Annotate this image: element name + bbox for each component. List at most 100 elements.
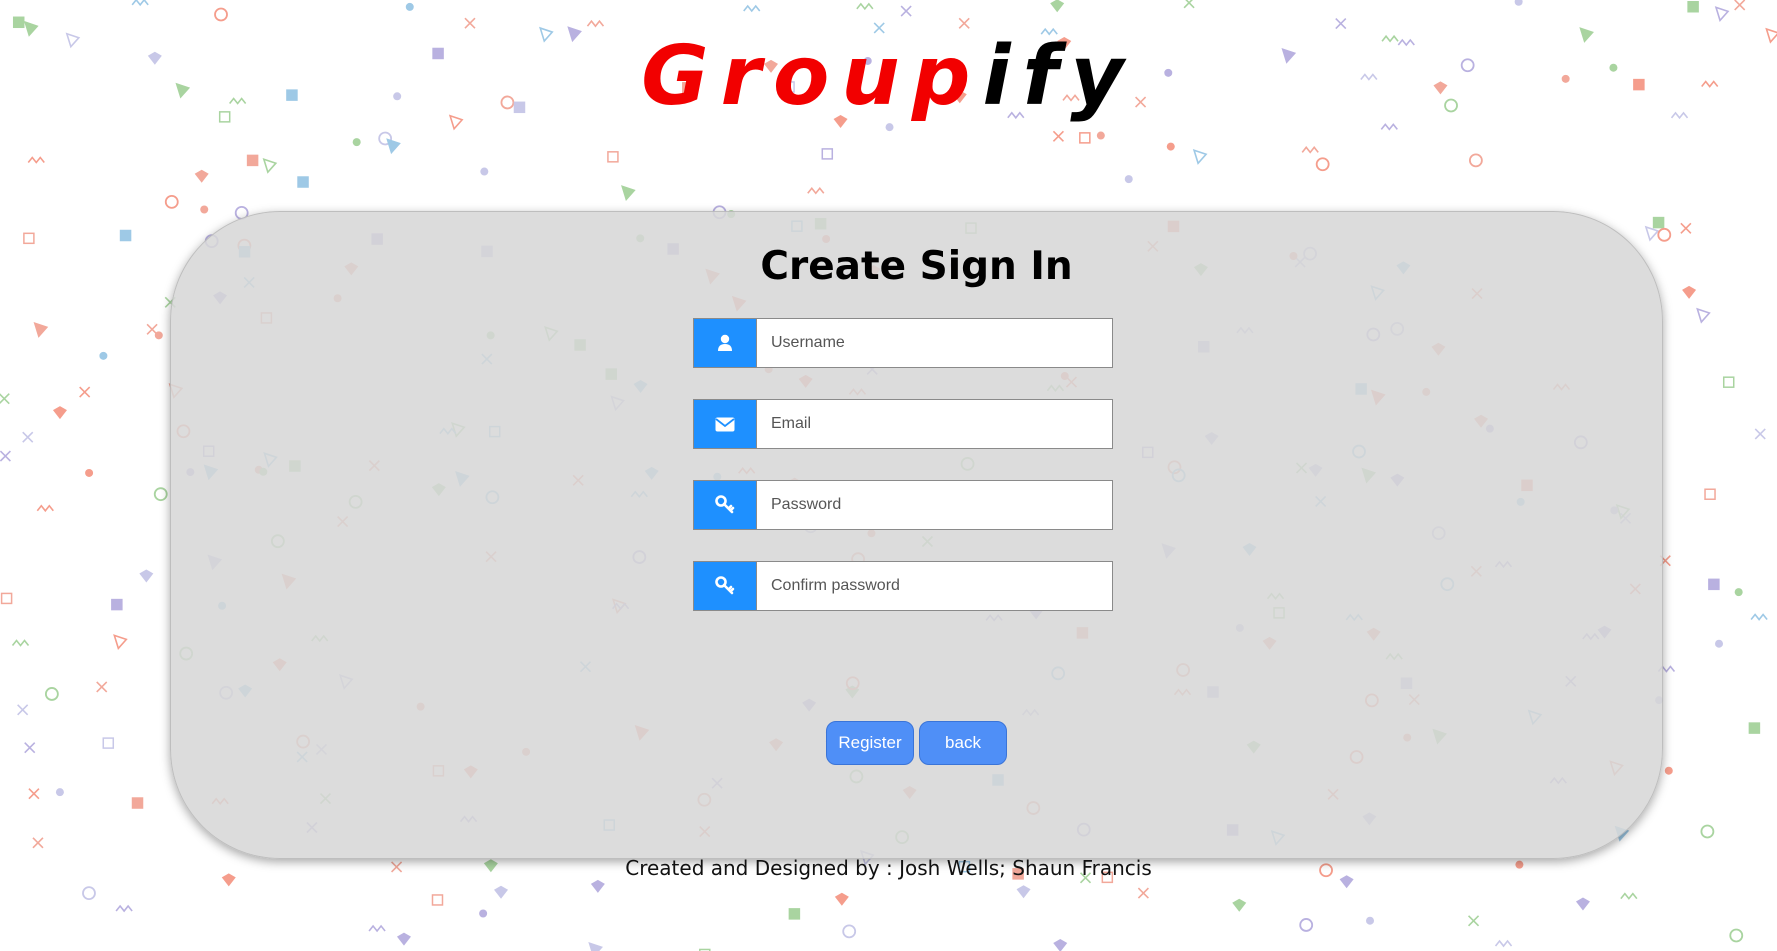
confetti-shape [55, 788, 64, 797]
confetti-shape [139, 569, 154, 583]
confetti-shape [1754, 428, 1766, 440]
key-icon [694, 562, 756, 610]
confetti-shape [102, 737, 115, 749]
logo-text-red: Group [641, 29, 983, 124]
confetti-shape [1704, 488, 1716, 500]
confetti-shape [958, 17, 970, 29]
confetti-shape [33, 322, 49, 338]
confetti-shape [1748, 722, 1761, 734]
footer-credit: Created and Designed by : Josh Wells; Sh… [625, 856, 1152, 880]
confetti-shape [386, 138, 401, 155]
confetti-shape [11, 639, 30, 647]
confetti-shape [164, 194, 179, 209]
confetti-shape [494, 885, 509, 899]
confetti-shape [115, 904, 133, 913]
confetti-shape [27, 156, 45, 164]
confetti-shape [44, 687, 59, 701]
confetti-shape [788, 908, 801, 920]
confetti-shape [297, 176, 309, 188]
confetti-shape [1052, 130, 1064, 142]
confetti-shape [821, 148, 834, 160]
register-button[interactable]: Register [826, 721, 914, 765]
confetti-shape [36, 504, 54, 513]
confetti-shape [0, 592, 13, 605]
confetti-shape [1079, 132, 1091, 144]
confetti-shape [621, 185, 636, 202]
confirm-password-input[interactable] [756, 562, 1112, 610]
confetti-shape [1687, 0, 1699, 13]
confetti-shape [0, 450, 11, 462]
confetti-shape [1315, 157, 1330, 172]
confetti-shape [1096, 131, 1105, 140]
confetti-shape [1722, 376, 1735, 388]
confetti-shape [1335, 17, 1347, 30]
confetti-shape [1183, 0, 1195, 9]
confetti-shape [28, 788, 40, 800]
confetti-shape [1494, 939, 1513, 948]
confetti-shape [1301, 146, 1319, 154]
confetti-shape [607, 151, 619, 163]
confetti-shape [900, 5, 912, 17]
confetti-shape [856, 2, 874, 11]
confetti-shape [1053, 938, 1068, 951]
confetti-shape [113, 634, 128, 651]
confetti-shape [214, 7, 228, 22]
password-field [693, 480, 1113, 530]
confetti-shape [480, 167, 489, 176]
confetti-shape [1700, 824, 1715, 839]
confetti-shape [586, 19, 605, 28]
envelope-icon [694, 400, 756, 448]
confetti-shape [23, 232, 35, 245]
confetti-shape [1680, 222, 1692, 234]
confetti-shape [1192, 148, 1208, 165]
confetti-shape [1468, 153, 1483, 168]
confetti-shape [22, 431, 34, 443]
confetti-shape [405, 2, 414, 11]
confetti-shape [111, 598, 123, 611]
email-input[interactable] [756, 400, 1112, 448]
confetti-shape [1664, 766, 1673, 775]
groupify-logo: Groupify [0, 36, 1777, 118]
confetti-shape [96, 681, 108, 693]
confetti-shape [1734, 588, 1743, 597]
confetti-shape [262, 157, 278, 174]
confetti-shape [194, 169, 209, 183]
back-button[interactable]: back [919, 721, 1007, 765]
username-input[interactable] [756, 319, 1112, 367]
confetti-shape [1050, 0, 1065, 13]
confetti-shape [82, 886, 96, 901]
confirm-password-field [693, 561, 1113, 611]
confetti-shape [200, 205, 209, 214]
confetti-shape [1366, 916, 1375, 925]
confetti-shape [0, 393, 10, 405]
username-field [693, 318, 1113, 368]
confetti-shape [1232, 898, 1247, 912]
confetti-shape [1715, 639, 1724, 648]
confetti-shape [396, 932, 411, 946]
confetti-shape [431, 894, 444, 906]
key-icon [694, 481, 756, 529]
confetti-shape [1575, 897, 1590, 911]
confetti-shape [119, 229, 132, 242]
confetti-shape [1299, 918, 1314, 932]
confetti-shape [52, 406, 67, 420]
confetti-shape [1166, 142, 1175, 151]
confetti-shape [1644, 225, 1660, 242]
confetti-shape [146, 323, 158, 335]
confetti-shape [1714, 6, 1730, 22]
confetti-shape [743, 4, 761, 13]
confetti-shape [246, 154, 259, 167]
confetti-shape [79, 386, 91, 398]
confetti-shape [99, 351, 108, 360]
confetti-shape [352, 138, 361, 147]
confetti-shape [1729, 928, 1744, 943]
password-input[interactable] [756, 481, 1112, 529]
email-field [693, 399, 1113, 449]
confetti-shape [1016, 885, 1031, 899]
confetti-shape [590, 879, 605, 893]
confetti-shape [23, 20, 39, 37]
confetti-shape [1124, 175, 1133, 184]
user-icon [694, 319, 756, 367]
form-title: Create Sign In [760, 244, 1073, 289]
confetti-shape [1652, 216, 1665, 229]
